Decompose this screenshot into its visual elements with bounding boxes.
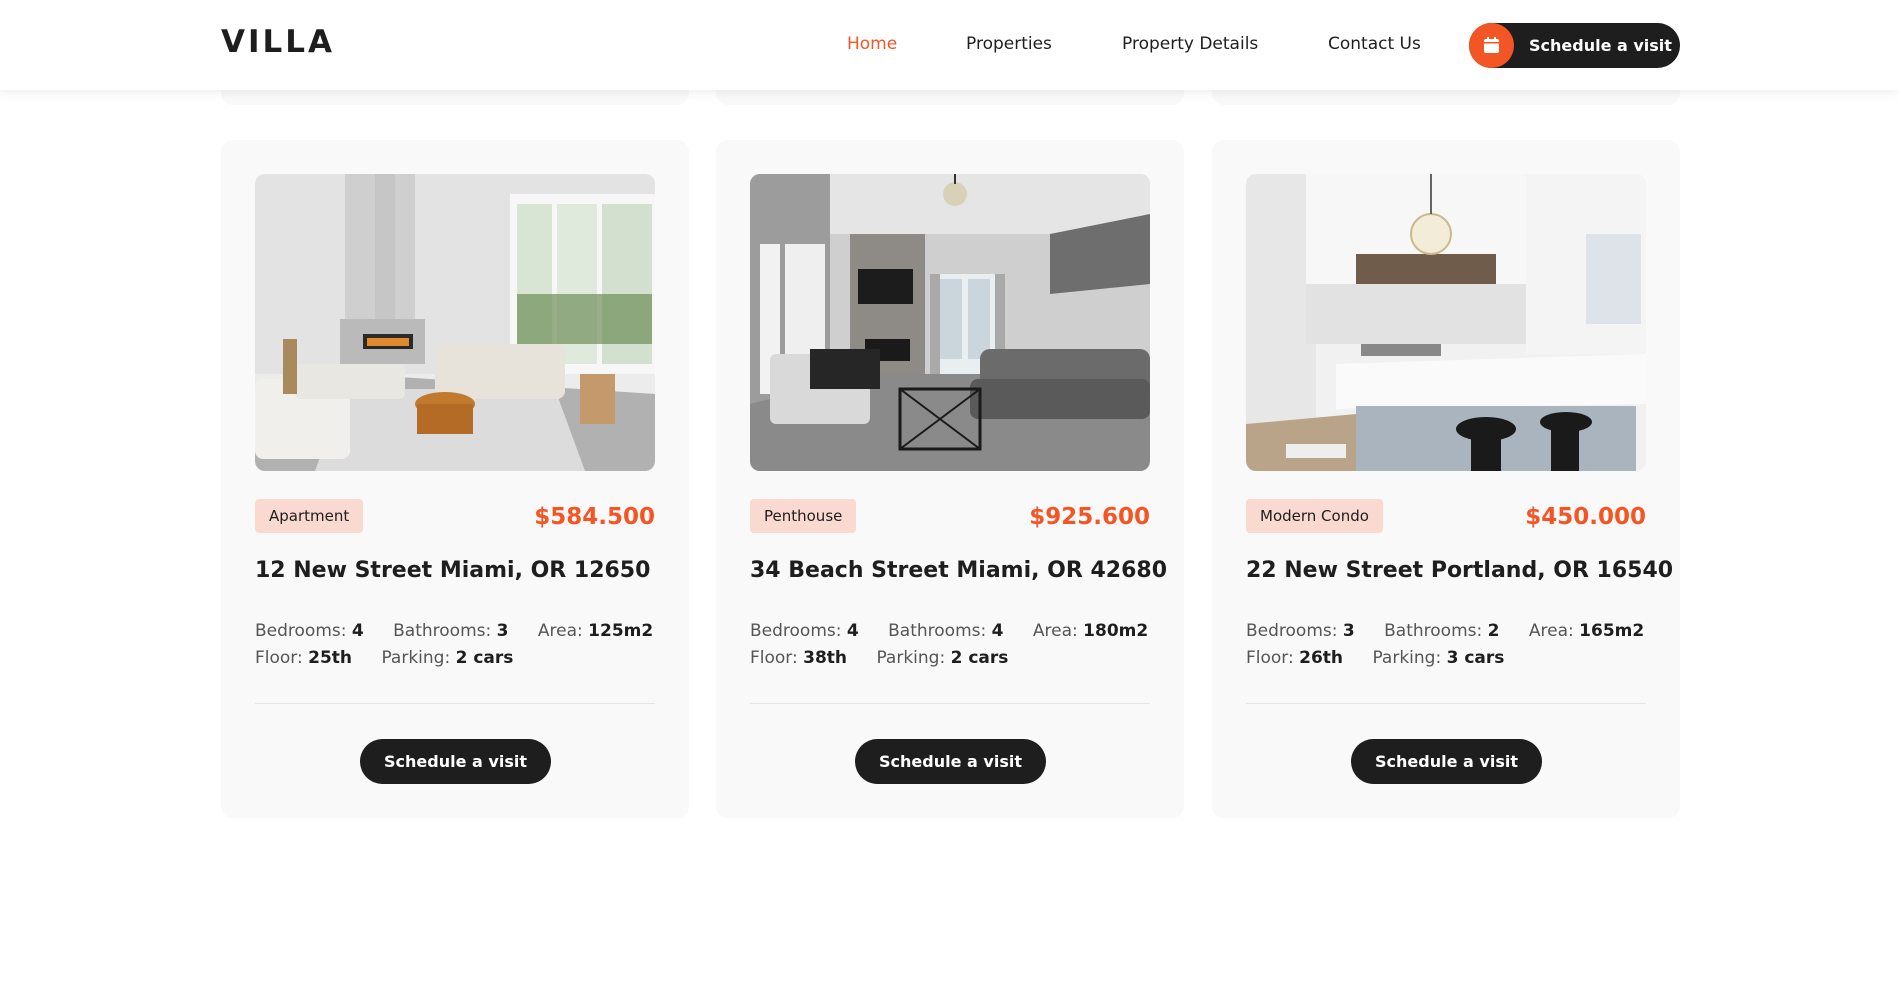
card-divider <box>1246 703 1646 704</box>
site-header: VILLA Home Properties Property Details C… <box>0 0 1898 90</box>
property-card: Apartment $584.500 12 New Street Miami, … <box>221 140 689 818</box>
spec-area: Area: 180m2 <box>1032 621 1149 641</box>
property-photo-kitchen[interactable] <box>1246 174 1646 471</box>
header-schedule-visit-label: Schedule a visit <box>1529 36 1672 55</box>
spec-bathrooms: Bathrooms: 4 <box>888 621 1004 641</box>
spec-bedrooms: Bedrooms: 4 <box>750 621 859 641</box>
site-logo[interactable]: VILLA <box>221 24 335 60</box>
spec-parking: Parking: 3 cars <box>1372 648 1505 668</box>
nav-property-details[interactable]: Property Details <box>1122 34 1258 54</box>
card-divider <box>750 703 1150 704</box>
spec-bedrooms: Bedrooms: 4 <box>255 621 364 641</box>
header-schedule-visit-button[interactable]: Schedule a visit <box>1469 23 1680 68</box>
spec-floor: Floor: 26th <box>1246 648 1344 668</box>
card-divider <box>255 703 655 704</box>
spec-parking: Parking: 2 cars <box>876 648 1009 668</box>
property-specs: Bedrooms: 3 Bathrooms: 2 Area: 165m2 Flo… <box>1246 618 1666 672</box>
property-specs: Bedrooms: 4 Bathrooms: 3 Area: 125m2 Flo… <box>255 618 675 672</box>
nav-properties[interactable]: Properties <box>966 34 1052 54</box>
nav-contact-us[interactable]: Contact Us <box>1328 34 1421 54</box>
property-address[interactable]: 12 New Street Miami, OR 12650 <box>255 558 675 583</box>
property-price: $925.600 <box>1029 504 1150 530</box>
property-photo-living-room[interactable] <box>255 174 655 471</box>
property-address[interactable]: 22 New Street Portland, OR 16540 <box>1246 558 1673 583</box>
property-card: Penthouse $925.600 34 Beach Street Miami… <box>716 140 1184 818</box>
property-photo-penthouse-living[interactable] <box>750 174 1150 471</box>
spec-floor: Floor: 25th <box>255 648 353 668</box>
property-price: $450.000 <box>1525 504 1646 530</box>
spec-area: Area: 165m2 <box>1528 621 1645 641</box>
schedule-visit-button[interactable]: Schedule a visit <box>1351 739 1542 784</box>
schedule-visit-button[interactable]: Schedule a visit <box>855 739 1046 784</box>
property-type-badge: Penthouse <box>750 499 857 533</box>
spec-bedrooms: Bedrooms: 3 <box>1246 621 1355 641</box>
property-specs: Bedrooms: 4 Bathrooms: 4 Area: 180m2 Flo… <box>750 618 1170 672</box>
spec-bathrooms: Bathrooms: 3 <box>393 621 509 641</box>
spec-area: Area: 125m2 <box>537 621 654 641</box>
property-type-badge: Modern Condo <box>1246 499 1383 533</box>
calendar-icon <box>1469 23 1514 68</box>
property-card: Modern Condo $450.000 22 New Street Port… <box>1212 140 1680 818</box>
property-address[interactable]: 34 Beach Street Miami, OR 42680 <box>750 558 1170 583</box>
spec-floor: Floor: 38th <box>750 648 848 668</box>
property-type-badge: Apartment <box>255 499 364 533</box>
nav-home[interactable]: Home <box>847 34 897 54</box>
spec-bathrooms: Bathrooms: 2 <box>1384 621 1500 641</box>
spec-parking: Parking: 2 cars <box>381 648 514 668</box>
property-price: $584.500 <box>534 504 655 530</box>
schedule-visit-button[interactable]: Schedule a visit <box>360 739 551 784</box>
